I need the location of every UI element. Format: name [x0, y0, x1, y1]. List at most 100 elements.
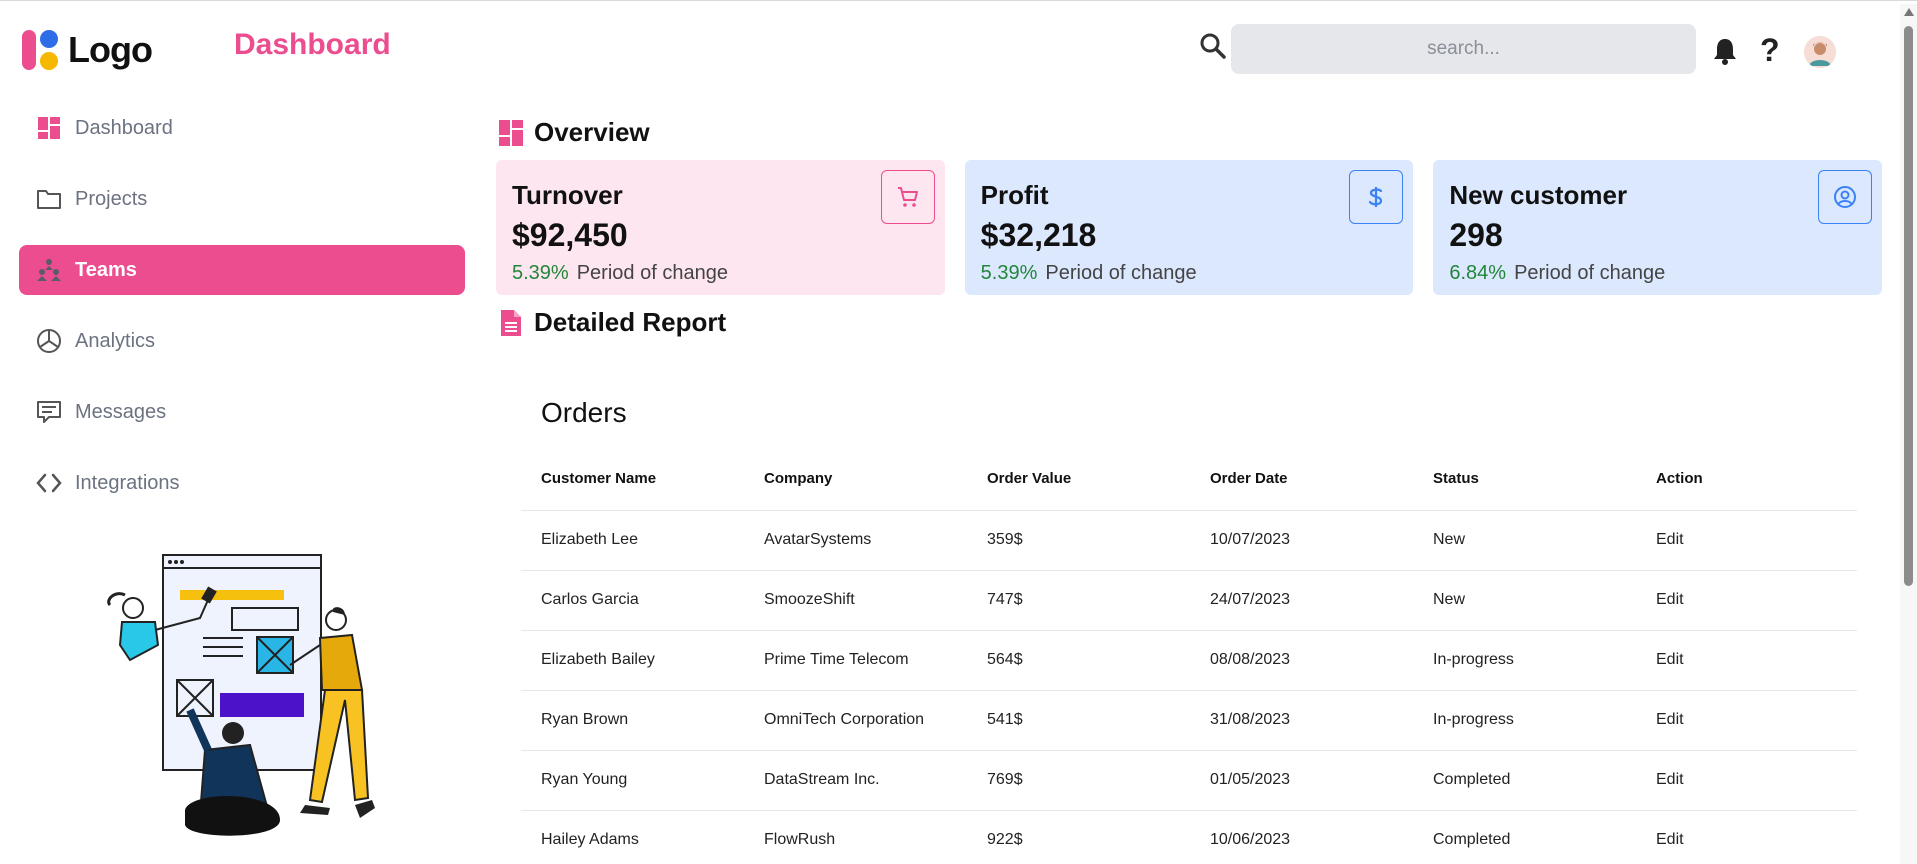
dollar-icon — [1369, 187, 1383, 207]
customer-name-cell: Elizabeth Lee — [521, 510, 744, 571]
edit-link[interactable]: Edit — [1636, 810, 1857, 864]
card-change: 5.39% Period of change — [981, 262, 1398, 285]
order-value-cell: 747$ — [967, 570, 1190, 631]
card-value: 298 — [1449, 217, 1503, 253]
dollar-button[interactable] — [1349, 170, 1404, 224]
profit-card: Profit $32,218 5.39% Period of change — [964, 160, 1414, 295]
customer-name-cell: Ryan Young — [521, 750, 744, 811]
card-value: $92,450 — [512, 217, 628, 253]
sidebar-item-label: Integrations — [75, 471, 180, 494]
page-title: Dashboard — [234, 28, 391, 61]
sidebar-item-teams[interactable]: Teams — [19, 245, 465, 295]
column-header: Company — [744, 448, 967, 511]
edit-link[interactable]: Edit — [1636, 630, 1857, 691]
pie-chart-icon — [35, 327, 63, 355]
company-cell: Prime Time Telecom — [744, 630, 967, 691]
scroll-up-arrow-icon[interactable] — [1904, 8, 1914, 16]
status-cell: In-progress — [1413, 690, 1636, 751]
company-cell: OmniTech Corporation — [744, 690, 967, 751]
bell-icon[interactable] — [1711, 36, 1739, 66]
customer-name-cell: Elizabeth Bailey — [521, 630, 744, 691]
column-header: Order Value — [967, 448, 1190, 511]
sidebar-item-dashboard[interactable]: Dashboard — [19, 103, 465, 153]
user-circle-icon — [1834, 186, 1857, 208]
table-row: Elizabeth Bailey Prime Time Telecom 564$… — [521, 630, 1857, 691]
overview-title: Overview — [534, 117, 650, 147]
detailed-report-title: Detailed Report — [534, 307, 727, 337]
customer-name-cell: Carlos Garcia — [521, 570, 744, 631]
scrollbar-thumb[interactable] — [1904, 26, 1913, 586]
table-header-row: Customer Name Company Order Value Order … — [521, 448, 1857, 511]
document-icon — [501, 309, 521, 336]
order-date-cell: 10/06/2023 — [1190, 810, 1413, 864]
edit-link[interactable]: Edit — [1636, 570, 1857, 631]
code-icon — [35, 469, 63, 497]
header: Logo Dashboard ? — [0, 0, 1900, 100]
status-cell: In-progress — [1413, 630, 1636, 691]
sidebar-item-integrations[interactable]: Integrations — [19, 458, 465, 508]
overview-heading: Overview — [498, 117, 650, 148]
column-header: Order Date — [1190, 448, 1413, 511]
help-icon[interactable]: ? — [1760, 32, 1780, 69]
change-label: Period of change — [1045, 262, 1197, 284]
cart-icon — [897, 187, 918, 207]
edit-link[interactable]: Edit — [1636, 750, 1857, 811]
orders-title: Orders — [541, 397, 627, 428]
user-button[interactable] — [1818, 170, 1873, 224]
team-icon — [35, 256, 63, 284]
company-cell: FlowRush — [744, 810, 967, 864]
status-cell: Completed — [1413, 750, 1636, 811]
status-cell: Completed — [1413, 810, 1636, 864]
table-row: Carlos Garcia SmoozeShift 747$ 24/07/202… — [521, 570, 1857, 631]
change-label: Period of change — [1514, 262, 1666, 284]
sidebar-item-label: Messages — [75, 400, 167, 423]
folder-icon — [35, 185, 63, 213]
company-cell: AvatarSystems — [744, 510, 967, 571]
sidebar-item-label: Teams — [75, 258, 137, 281]
order-date-cell: 24/07/2023 — [1190, 570, 1413, 631]
card-title: New customer — [1449, 180, 1628, 210]
card-title: Turnover — [512, 180, 623, 210]
card-value: $32,218 — [980, 217, 1097, 253]
order-date-cell: 08/08/2023 — [1190, 630, 1413, 691]
order-date-cell: 01/05/2023 — [1190, 750, 1413, 811]
change-percent: 6.84% — [1449, 262, 1507, 284]
sidebar-item-label: Projects — [75, 187, 148, 210]
logo-mark-icon — [20, 28, 60, 72]
logo-text: Logo — [68, 29, 153, 70]
avatar[interactable] — [1804, 36, 1836, 68]
cart-button[interactable] — [880, 170, 935, 224]
new-customer-card: New customer 298 6.84% Period of change — [1433, 160, 1883, 295]
sidebar-item-label: Analytics — [75, 329, 156, 352]
dashboard-grid-icon — [499, 119, 523, 146]
vertical-scrollbar[interactable] — [1900, 4, 1917, 864]
sidebar-item-messages[interactable]: Messages — [19, 387, 465, 437]
order-date-cell: 31/08/2023 — [1190, 690, 1413, 751]
sidebar-item-analytics[interactable]: Analytics — [19, 316, 465, 366]
table-row: Elizabeth Lee AvatarSystems 359$ 10/07/2… — [521, 510, 1857, 571]
dashboard-grid-icon — [35, 114, 63, 142]
edit-link[interactable]: Edit — [1636, 690, 1857, 751]
search-input[interactable] — [1231, 24, 1696, 74]
change-percent: 5.39% — [512, 262, 569, 284]
card-change: 6.84% Period of change — [1449, 262, 1866, 285]
order-value-cell: 541$ — [967, 690, 1190, 751]
sidebar-item-projects[interactable]: Projects — [19, 174, 465, 224]
customer-name-cell: Ryan Brown — [521, 690, 744, 751]
customer-name-cell: Hailey Adams — [521, 810, 744, 864]
status-cell: New — [1413, 510, 1636, 571]
order-value-cell: 359$ — [967, 510, 1190, 571]
orders-table: Customer Name Company Order Value Order … — [521, 448, 1857, 864]
company-cell: SmoozeShift — [744, 570, 967, 631]
card-change: 5.39% Period of change — [512, 262, 929, 285]
edit-link[interactable]: Edit — [1636, 510, 1857, 571]
change-percent: 5.39% — [980, 262, 1038, 284]
message-icon — [35, 398, 63, 426]
sidebar-item-label: Dashboard — [75, 116, 173, 139]
card-title: Profit — [980, 180, 1049, 210]
order-value-cell: 922$ — [967, 810, 1190, 864]
logo[interactable]: Logo — [20, 28, 153, 72]
search-icon[interactable] — [1199, 32, 1227, 60]
column-header: Action — [1636, 448, 1857, 511]
overview-cards: Turnover $92,450 5.39% Period of change P… — [496, 160, 1883, 295]
